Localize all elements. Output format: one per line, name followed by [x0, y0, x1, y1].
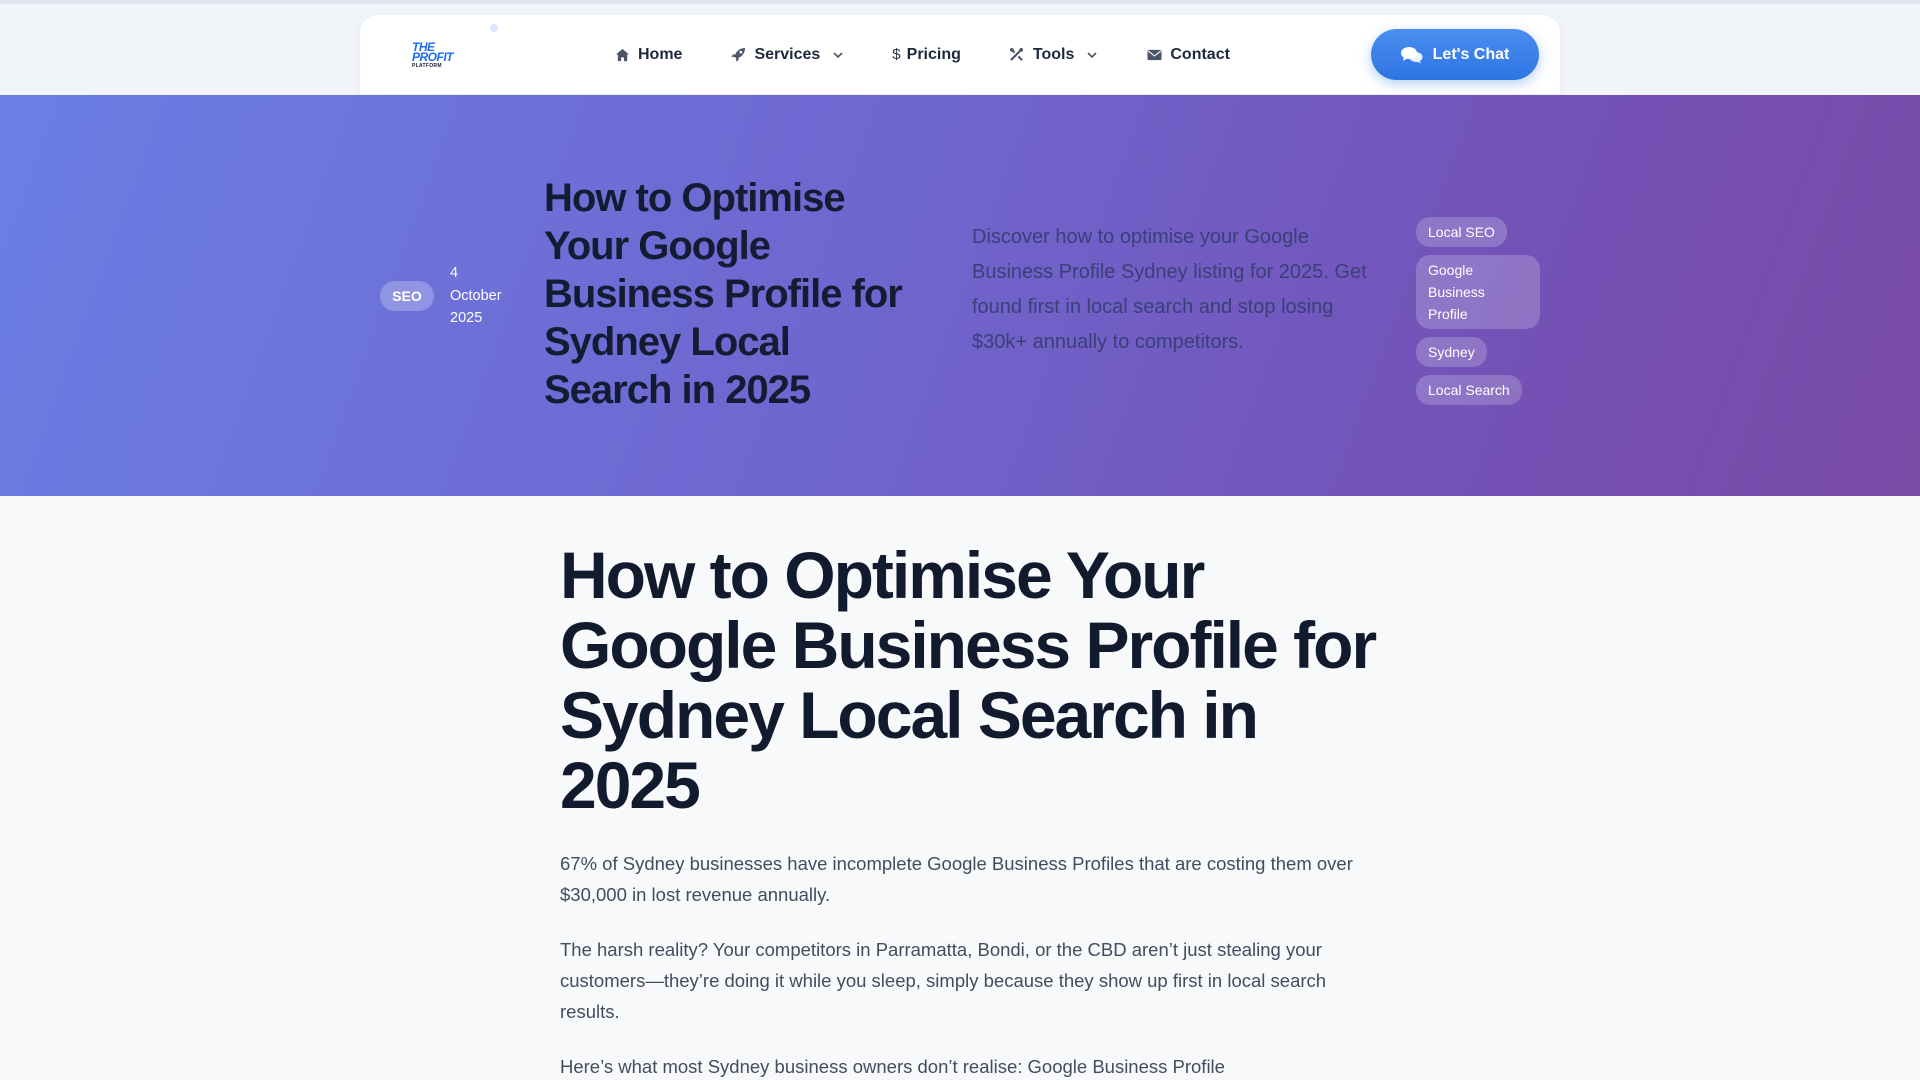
- logo-text-line3: PLATFORM: [412, 63, 442, 69]
- chevron-down-icon: [1086, 49, 1098, 61]
- post-date-day: 4: [450, 265, 459, 281]
- article-paragraph: Here’s what most Sydney business owners …: [560, 1056, 1225, 1077]
- article-body: How to Optimise Your Google Business Pro…: [560, 540, 1380, 1080]
- chat-icon: [1400, 46, 1423, 64]
- nav-item-label: Services: [754, 45, 821, 63]
- nav-item-contact[interactable]: Contact: [1146, 46, 1230, 64]
- lets-chat-button[interactable]: Let's Chat: [1371, 29, 1539, 80]
- nav-item-label: Contact: [1170, 45, 1230, 63]
- tag-local-search[interactable]: Local Search: [1416, 375, 1522, 405]
- main-navigation: THE PROFIT PLATFORM Home Services $ Pric…: [360, 15, 1560, 94]
- lets-chat-label: Let's Chat: [1432, 45, 1510, 63]
- tag-sydney[interactable]: Sydney: [1416, 337, 1487, 367]
- article-paragraph: 67% of Sydney businesses have incomplete…: [560, 853, 1353, 905]
- hero-banner: [0, 95, 1920, 496]
- home-icon: [614, 47, 630, 63]
- logo-accent-dot: [490, 24, 498, 32]
- post-date-month: October: [450, 287, 502, 304]
- nav-item-home[interactable]: Home: [614, 46, 682, 64]
- nav-item-label: Pricing: [906, 45, 961, 63]
- tag-local-seo[interactable]: Local SEO: [1416, 217, 1507, 247]
- dollar-icon: $: [892, 46, 901, 63]
- nav-item-label: Tools: [1032, 45, 1075, 63]
- nav-item-label: Home: [638, 45, 683, 63]
- hero-title: How to Optimise Your Google Business Pro…: [544, 176, 903, 412]
- tag-list: Local SEO Google Business Profile Sydney…: [1416, 217, 1540, 413]
- tag-google-business-profile[interactable]: Google Business Profile: [1416, 255, 1540, 329]
- article-paragraph: The harsh reality? Your competitors in P…: [560, 939, 1327, 1022]
- article-title: How to Optimise Your Google Business Pro…: [560, 538, 1377, 822]
- nav-menu: Home Services $ Pricing Tools Contact: [614, 15, 1278, 94]
- logo-text-line2: PROFIT: [412, 50, 454, 64]
- post-date-year: 2025: [450, 310, 483, 326]
- site-logo[interactable]: THE PROFIT PLATFORM: [412, 39, 472, 71]
- rocket-icon: [730, 47, 746, 63]
- nav-item-pricing[interactable]: $ Pricing: [892, 46, 961, 64]
- chevron-down-icon: [832, 49, 844, 61]
- nav-item-tools[interactable]: Tools: [1009, 46, 1098, 64]
- post-date: 4 October 2025: [450, 262, 520, 330]
- nav-item-services[interactable]: Services: [730, 46, 844, 64]
- hero-description: Discover how to optimise your Google Bus…: [972, 226, 1367, 353]
- envelope-icon: [1146, 47, 1162, 63]
- tools-icon: [1009, 47, 1025, 63]
- category-badge[interactable]: SEO: [380, 281, 434, 311]
